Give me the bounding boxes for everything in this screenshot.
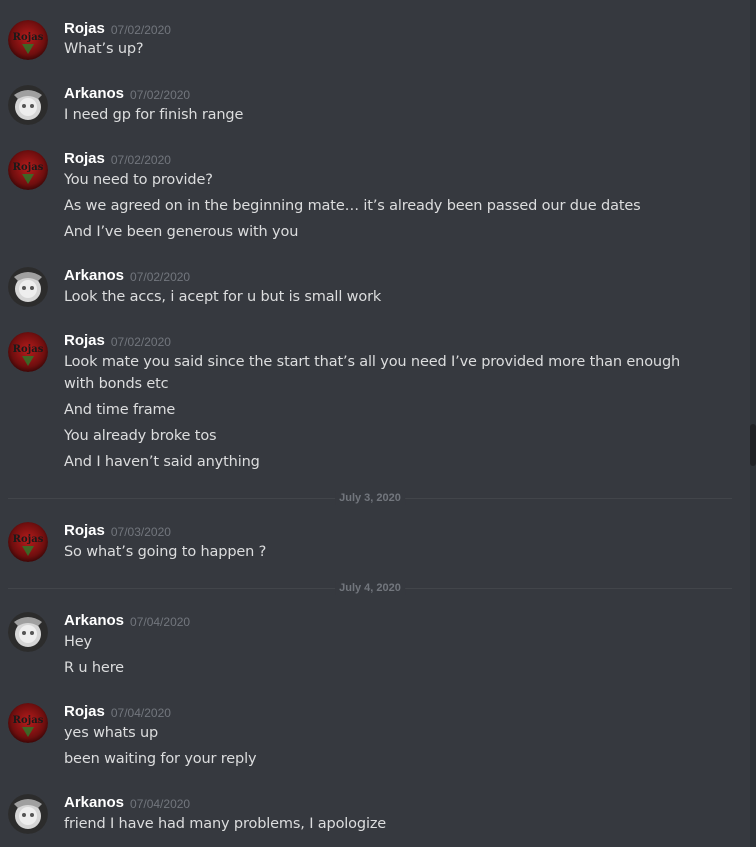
message-header: Rojas 07/02/2020 xyxy=(64,330,171,350)
avatar-arkanos[interactable] xyxy=(8,85,48,125)
message-timestamp: 07/02/2020 xyxy=(110,335,171,349)
message-header: Rojas 07/02/2020 xyxy=(64,148,171,168)
rojas-logo-mark: Rojas xyxy=(13,162,44,173)
rojas-logo-mark: Rojas xyxy=(13,32,44,43)
message-text: Hey xyxy=(64,634,92,650)
date-divider: July 4, 2020 xyxy=(8,581,732,595)
message-text: What’s up? xyxy=(64,41,144,57)
message-text: You need to provide? xyxy=(64,172,213,188)
rojas-logo-mark: Rojas xyxy=(13,715,44,726)
message-text: So what’s going to happen ? xyxy=(64,544,267,560)
avatar-arkanos[interactable] xyxy=(8,267,48,307)
chat-message-list[interactable]: Rojas Rojas 07/02/2020 What’s up? Arkanos… xyxy=(0,0,748,847)
message-timestamp: 07/02/2020 xyxy=(130,88,191,102)
arkanos-avatar-icon xyxy=(8,85,48,125)
date-divider: July 3, 2020 xyxy=(8,491,732,505)
message-header: Rojas 07/03/2020 xyxy=(64,520,171,540)
message-text: As we agreed on in the beginning mate… i… xyxy=(64,198,641,214)
message-text: friend I have had many problems, I apolo… xyxy=(64,816,387,832)
message-text: And I’ve been generous with you xyxy=(64,224,299,240)
avatar-rojas[interactable]: Rojas xyxy=(8,150,48,190)
message-text: Look mate you said since the start that’… xyxy=(64,354,681,392)
message-header: Arkanos 07/02/2020 xyxy=(64,83,190,103)
author-name[interactable]: Rojas xyxy=(64,150,105,167)
rojas-avatar-icon: Rojas xyxy=(8,332,48,372)
avatar-arkanos[interactable] xyxy=(8,794,48,834)
message-header: Arkanos 07/04/2020 xyxy=(64,610,190,630)
rojas-avatar-icon: Rojas xyxy=(8,522,48,562)
arkanos-avatar-icon xyxy=(8,794,48,834)
message-text: I need gp for finish range xyxy=(64,107,244,123)
avatar-rojas[interactable]: Rojas xyxy=(8,522,48,562)
author-name[interactable]: Arkanos xyxy=(64,612,124,629)
rojas-logo-mark: Rojas xyxy=(13,344,44,355)
message-timestamp: 07/04/2020 xyxy=(110,706,171,720)
message-header: Rojas 07/02/2020 xyxy=(64,18,171,38)
author-name[interactable]: Rojas xyxy=(64,703,105,720)
avatar-rojas[interactable]: Rojas xyxy=(8,703,48,743)
avatar-arkanos[interactable] xyxy=(8,612,48,652)
rojas-logo-mark: Rojas xyxy=(13,534,44,545)
message-text: You already broke tos xyxy=(64,428,217,444)
message-text: And time frame xyxy=(64,402,176,418)
message-timestamp: 07/02/2020 xyxy=(130,270,191,284)
rojas-avatar-icon: Rojas xyxy=(8,20,48,60)
author-name[interactable]: Arkanos xyxy=(64,85,124,102)
date-divider-label: July 3, 2020 xyxy=(335,491,405,505)
scrollbar-track[interactable] xyxy=(750,0,756,847)
message-text: Look the accs, i acept for u but is smal… xyxy=(64,289,382,305)
arkanos-avatar-icon xyxy=(8,612,48,652)
rojas-avatar-icon: Rojas xyxy=(8,150,48,190)
rojas-avatar-icon: Rojas xyxy=(8,703,48,743)
author-name[interactable]: Rojas xyxy=(64,20,105,37)
message-text: R u here xyxy=(64,660,124,676)
message-timestamp: 07/03/2020 xyxy=(110,525,171,539)
author-name[interactable]: Arkanos xyxy=(64,267,124,284)
avatar-rojas[interactable]: Rojas xyxy=(8,332,48,372)
message-timestamp: 07/02/2020 xyxy=(110,153,171,167)
author-name[interactable]: Rojas xyxy=(64,522,105,539)
avatar-rojas[interactable]: Rojas xyxy=(8,20,48,60)
arkanos-avatar-icon xyxy=(8,267,48,307)
message-header: Rojas 07/04/2020 xyxy=(64,701,171,721)
message-text: been waiting for your reply xyxy=(64,751,257,767)
message-timestamp: 07/04/2020 xyxy=(130,797,191,811)
message-header: Arkanos 07/04/2020 xyxy=(64,792,190,812)
date-divider-label: July 4, 2020 xyxy=(335,581,405,595)
message-text: yes whats up xyxy=(64,725,159,741)
message-timestamp: 07/04/2020 xyxy=(130,615,191,629)
message-header: Arkanos 07/02/2020 xyxy=(64,265,190,285)
message-text: And I haven’t said anything xyxy=(64,454,260,470)
author-name[interactable]: Arkanos xyxy=(64,794,124,811)
scrollbar-thumb[interactable] xyxy=(750,424,756,466)
author-name[interactable]: Rojas xyxy=(64,332,105,349)
message-timestamp: 07/02/2020 xyxy=(110,23,171,37)
